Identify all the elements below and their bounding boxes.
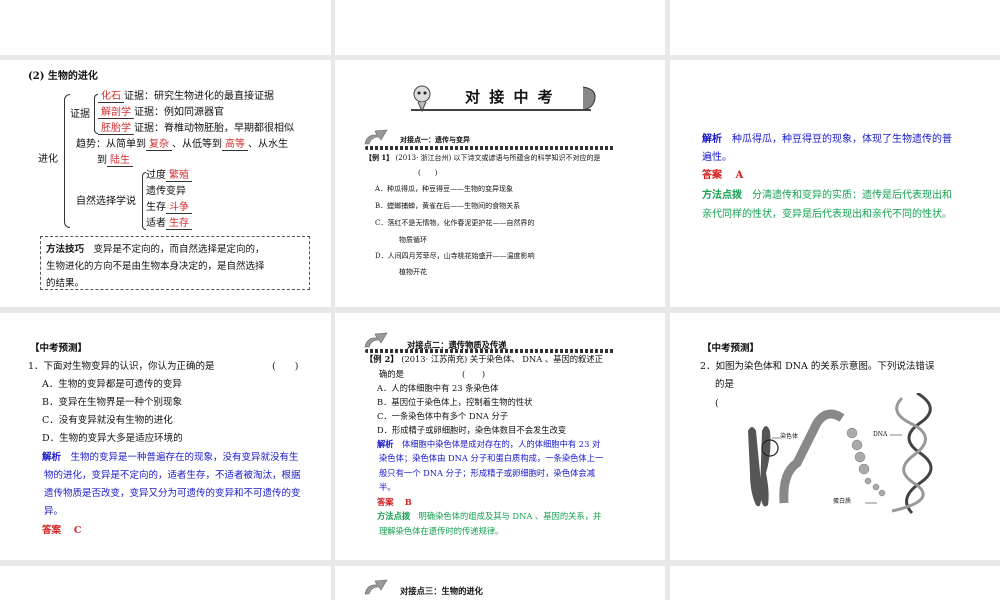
method-line: 亲代同样的性状，变异是后代表现出和亲代不同的性状。 [702, 209, 952, 220]
answer-paren: ( [715, 398, 719, 409]
answer-line: 答案 B [377, 497, 412, 507]
slide-thumbnail[interactable] [670, 0, 1000, 55]
slide-thumbnail[interactable] [670, 566, 1000, 600]
example-line-2: 确的是 [379, 369, 404, 379]
answer-paren: ( ) [272, 361, 299, 372]
banner-curl-icon [582, 86, 596, 111]
analysis-line: 解析 种瓜得瓜，种豆得豆的现象，体现了生物遗传的普 [702, 134, 952, 145]
evidence-label: 证据 [70, 109, 90, 120]
slide-exam-point-1[interactable]: 对 接 中 考 对接点一：遗传与变异 【例 1】 (2013· 浙江台州) 以下… [335, 60, 665, 307]
slide-prediction-1[interactable]: 【中考预测】 1．下面对生物变异的认识，你认为正确的是 ( ) A．生物的变异都… [0, 313, 331, 560]
evidence-item: 胚胎学 证据：脊椎动物胚胎，早期都很相似 [98, 123, 294, 135]
slide-exam-point-3[interactable]: 对接点三：生物的进化 [335, 566, 665, 600]
coil [779, 409, 845, 504]
trend-line-2: 到陆生 [97, 155, 133, 167]
tip-line: 方法技巧 变异是不定向的，而自然选择是定向的， [46, 244, 265, 255]
slide-answer-1[interactable]: 解析 种瓜得瓜，种豆得豆的现象，体现了生物遗传的普 遍性。 答案 A 方法点拨 … [670, 60, 1000, 307]
analysis-line: 解析 生物的变异是一种普遍存在的现象，没有变异就没有生 [42, 452, 299, 463]
point-title: 对接点三：生物的进化 [400, 586, 483, 596]
tag: 【中考预测】 [702, 343, 760, 354]
selection-label: 自然选择学说 [76, 196, 136, 207]
slide-thumbnail[interactable] [335, 0, 665, 55]
arrow-icon [364, 579, 388, 595]
option: C．一条染色体中有多个 DNA 分子 [377, 411, 509, 421]
trend-line: 趋势：从简单到 复杂 、从低等到 高等 、从水生 [76, 139, 288, 151]
answer-line: 答案 C [42, 525, 82, 536]
answer-paren: ( ) [462, 369, 486, 379]
wavy-divider [365, 349, 615, 353]
wavy-divider [365, 146, 615, 150]
slide-evolution[interactable]: (2) 生物的进化 进化 证据 化石 证据：研究生物进化的最直接证据 解剖学 证据：… [0, 60, 331, 307]
example-line: 【例 1】 (2013· 浙江台州) 以下诗文或谚语与所蕴含的科学知识不对应的是 [365, 153, 601, 162]
option-cont: 物质循环 [399, 236, 427, 244]
heading: (2) 生物的进化 [28, 71, 98, 82]
slide-thumbnail[interactable] [0, 566, 331, 600]
mascot-icon [413, 85, 431, 112]
analysis-line: 般只有一个 DNA 分子；形成精子或卵细胞时，染色体会减 [379, 468, 596, 478]
option: A．生物的变异都是可遗传的变异 [42, 379, 182, 390]
option: D．生物的变异大多是适应环境的 [42, 433, 183, 444]
point-title: 对接点一：遗传与变异 [400, 135, 470, 144]
slide-exam-point-2[interactable]: 对接点二：遗传物质及传递 【例 2】 (2013· 江苏南充) 关于染色体、 D… [335, 313, 665, 560]
banner-title: 对 接 中 考 [465, 88, 555, 106]
answer-paren: ( ) [418, 169, 438, 177]
tip-box: 方法技巧 变异是不定向的，而自然选择是定向的， 生物进化的方向不是由生物本身决定… [40, 236, 310, 290]
selection-item: 生存 斗争 [146, 202, 192, 214]
banner-underline [411, 109, 591, 111]
option: D．人间四月芳菲尽，山寺桃花始盛开——温度影响 [375, 252, 535, 260]
option: C．落红不是无情物，化作春泥更护花——自然界的 [375, 219, 535, 227]
option: A．种瓜得瓜，种豆得豆——生物的变异现象 [375, 185, 514, 193]
option: B．螳螂捕蝉，黄雀在后——生物间的食物关系 [375, 202, 521, 210]
chromosome-x-shape [748, 426, 771, 507]
arrow-icon [364, 129, 388, 145]
option: B．变异在生物界是一种个别现象 [42, 397, 182, 408]
option: A．人的体细胞中有 23 条染色体 [377, 383, 499, 393]
method-line: 理解染色体在遗传时的传递规律。 [379, 526, 504, 536]
dna-helix [891, 393, 933, 515]
tag: 【中考预测】 [30, 343, 88, 354]
tip-line: 的结果。 [46, 278, 85, 289]
option: B．基因位于染色体上，控制着生物的性状 [377, 397, 533, 407]
tip-line: 生物进化的方向不是由生物本身决定的，是自然选择 [46, 261, 265, 272]
label-protein: 蛋白质 [833, 498, 852, 505]
evidence-item: 化石 证据：研究生物进化的最直接证据 [98, 91, 274, 103]
evidence-item: 解剖学 证据：例如同源器官 [98, 107, 224, 119]
selection-item: 遗传变异 [146, 186, 186, 197]
option: D．形成精子或卵细胞时，染色体数目不会发生改变 [377, 425, 567, 435]
slide-prediction-2[interactable]: 【中考预测】 2．如图为染色体和 DNA 的关系示意图。下列说法错误 的是 ( … [670, 313, 1000, 560]
option: C．没有变异就没有生物的进化 [42, 415, 173, 426]
analysis-line: 异。 [44, 506, 64, 517]
analysis-line: 解析 体细胞中染色体是成对存在的，人的体细胞中有 23 对 [377, 439, 601, 449]
answer-line: 答案 A [702, 170, 744, 181]
arrow-icon [364, 332, 388, 348]
option-cont: 植物开花 [399, 268, 427, 276]
question: 2．如图为染色体和 DNA 的关系示意图。下列说法错误 [700, 361, 935, 372]
question-2: 的是 [715, 379, 735, 390]
analysis-line: 遍性。 [702, 152, 732, 163]
label-chromosome: 染色体 [780, 433, 799, 440]
example-line: 【例 2】 (2013· 江苏南充) 关于染色体、 DNA 、基因的叙述正 [365, 354, 603, 364]
selection-item: 过度 繁殖 [146, 170, 192, 182]
selection-item: 适者 生存 [146, 218, 192, 230]
root-label: 进化 [38, 154, 58, 165]
method-line: 方法点拨 分清遗传和变异的实质：遗传是后代表现出和 [702, 190, 952, 201]
method-line: 方法点拨 明确染色体的组成及其与 DNA 、基因的关系，并 [377, 511, 602, 521]
question: 1．下面对生物变异的认识，你认为正确的是 [28, 361, 215, 372]
analysis-line: 物的进化，变异是不定向的，适者生存，不适者被淘汰，根据 [44, 470, 301, 481]
label-dna: DNA [873, 431, 888, 438]
analysis-line: 染色体；染色体由 DNA 分子和蛋白质构成，一条染色体上一 [379, 453, 604, 463]
analysis-line: 遗传物质是否改变，变异又分为可遗传的变异和不可遗传的变 [44, 488, 301, 499]
analysis-line: 半。 [379, 482, 396, 492]
slide-thumbnail[interactable] [0, 0, 331, 55]
